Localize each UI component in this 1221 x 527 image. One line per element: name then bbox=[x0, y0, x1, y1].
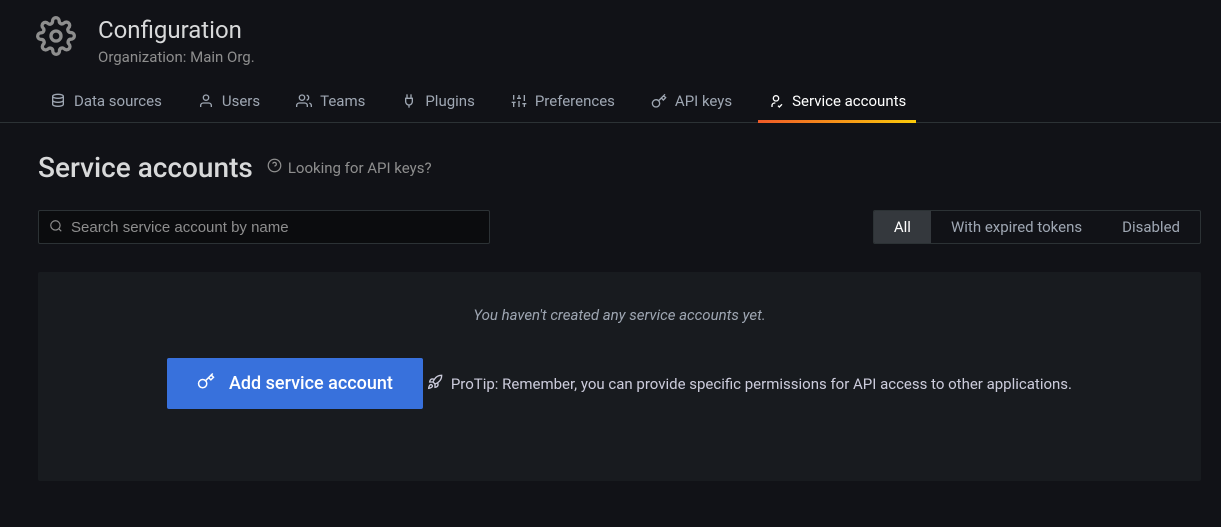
tab-preferences[interactable]: Preferences bbox=[509, 92, 617, 122]
empty-state: You haven't created any service accounts… bbox=[38, 272, 1201, 481]
tab-label: Teams bbox=[320, 92, 365, 110]
add-button-label: Add service account bbox=[229, 373, 393, 394]
filter-group: All With expired tokens Disabled bbox=[873, 210, 1201, 244]
tab-label: Plugins bbox=[425, 92, 474, 110]
page-header: Configuration Organization: Main Org. bbox=[0, 0, 1221, 66]
tab-plugins[interactable]: Plugins bbox=[399, 92, 476, 122]
tab-label: Preferences bbox=[535, 92, 615, 110]
filter-all[interactable]: All bbox=[874, 211, 931, 243]
tab-label: Service accounts bbox=[792, 92, 906, 110]
tab-teams[interactable]: Teams bbox=[294, 92, 367, 122]
tab-data-sources[interactable]: Data sources bbox=[48, 92, 164, 122]
search-input[interactable] bbox=[71, 219, 479, 236]
section-header: Service accounts Looking for API keys? bbox=[38, 151, 1201, 184]
page-title: Configuration bbox=[98, 16, 255, 44]
page-subtitle: Organization: Main Org. bbox=[98, 48, 255, 66]
question-icon bbox=[267, 158, 282, 177]
filter-disabled[interactable]: Disabled bbox=[1102, 211, 1200, 243]
hint-text: Looking for API keys? bbox=[288, 159, 432, 177]
tab-label: Data sources bbox=[74, 92, 162, 110]
rocket-icon bbox=[427, 374, 443, 394]
tab-api-keys[interactable]: API keys bbox=[649, 92, 734, 122]
tab-service-accounts[interactable]: Service accounts bbox=[766, 92, 908, 122]
protip: ProTip: Remember, you can provide specif… bbox=[427, 374, 1072, 394]
section-title: Service accounts bbox=[38, 151, 253, 184]
tab-label: API keys bbox=[675, 92, 732, 110]
filter-expired[interactable]: With expired tokens bbox=[931, 211, 1102, 243]
add-service-account-button[interactable]: Add service account bbox=[167, 358, 423, 409]
search-field[interactable] bbox=[38, 210, 490, 244]
tab-users[interactable]: Users bbox=[196, 92, 262, 122]
tabs: Data sources Users Teams Plugins Prefere… bbox=[0, 66, 1221, 123]
api-keys-hint[interactable]: Looking for API keys? bbox=[267, 158, 432, 177]
protip-text: ProTip: Remember, you can provide specif… bbox=[451, 375, 1072, 393]
tab-label: Users bbox=[222, 92, 260, 110]
gear-icon bbox=[36, 16, 76, 60]
key-icon bbox=[197, 372, 215, 395]
search-icon bbox=[49, 218, 63, 237]
empty-message: You haven't created any service accounts… bbox=[58, 306, 1181, 324]
